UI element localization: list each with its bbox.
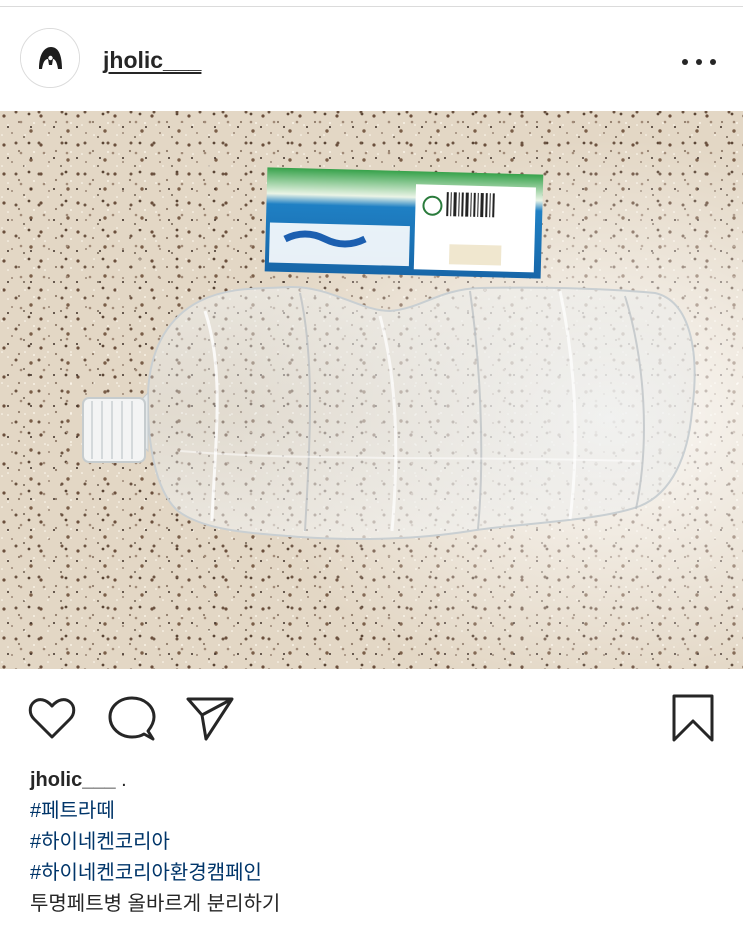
hashtag[interactable]: #페트라떼 [30, 796, 720, 827]
bookmark-icon[interactable] [671, 693, 715, 743]
send-icon[interactable] [186, 695, 234, 743]
heart-icon[interactable] [28, 697, 76, 741]
post-actions [0, 669, 743, 759]
caption-text: 투명페트병 올바르게 분리하기 [30, 893, 281, 915]
hashtag[interactable]: #하이네켄코리아 [30, 827, 720, 858]
caption-header: jholic___ . [30, 765, 720, 796]
photo-image [0, 111, 743, 669]
post-photo[interactable] [0, 111, 743, 669]
more-options-button[interactable] [682, 57, 716, 67]
post-caption: jholic___ . #페트라떼 #하이네켄코리아 #하이네켄코리아환경캠페인… [30, 765, 720, 920]
more-horizontal-icon [682, 59, 688, 65]
plastic-bottle [82, 285, 696, 540]
comment-icon[interactable] [108, 695, 156, 743]
caption-username[interactable]: jholic___ [30, 769, 116, 791]
post-username[interactable]: jholic___ [103, 47, 201, 74]
hashtag[interactable]: #하이네켄코리아환경캠페인 [30, 858, 720, 889]
post-header: jholic___ [0, 7, 743, 111]
bottle-label [264, 167, 544, 279]
caption-separator: . [115, 769, 127, 791]
avatar[interactable] [20, 28, 80, 88]
avatar-icon [21, 29, 79, 87]
